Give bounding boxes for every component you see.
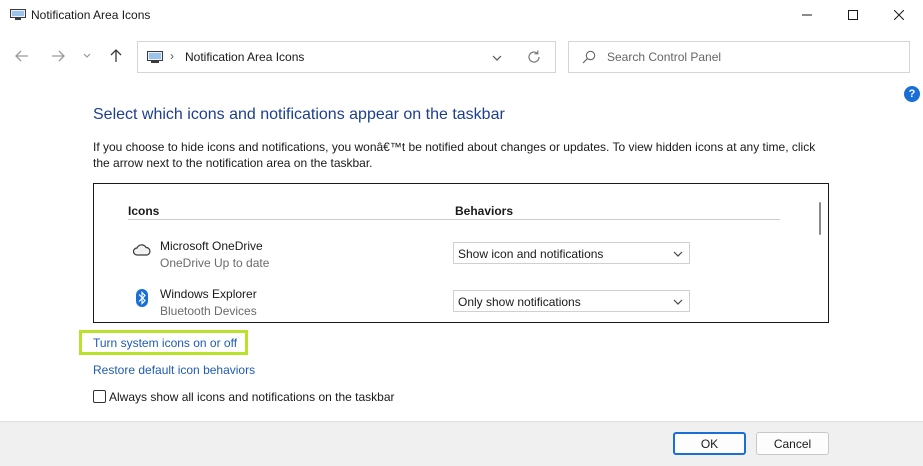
behaviors-column-header: Behaviors <box>455 204 514 218</box>
behavior-dropdown[interactable]: Show icon and notifications <box>453 242 690 264</box>
back-button[interactable] <box>12 46 32 66</box>
system-icons-link[interactable]: Turn system icons on or off <box>93 336 237 350</box>
always-show-label[interactable]: Always show all icons and notifications … <box>109 390 395 404</box>
always-show-checkbox[interactable] <box>93 390 106 403</box>
behavior-value: Show icon and notifications <box>458 247 604 261</box>
scrollbar-thumb[interactable] <box>819 202 821 235</box>
behavior-value: Only show notifications <box>458 295 581 309</box>
breadcrumb-location[interactable]: Notification Area Icons <box>185 50 304 64</box>
search-input[interactable] <box>607 48 897 66</box>
row-status: OneDrive Up to date <box>160 256 270 270</box>
icons-column-header: Icons <box>128 204 160 218</box>
breadcrumb-separator: › <box>170 49 174 63</box>
minimize-icon <box>802 14 812 16</box>
chevron-down-icon <box>492 55 502 61</box>
chevron-down-icon <box>83 53 91 58</box>
address-dropdown-button[interactable] <box>490 51 504 65</box>
close-button[interactable] <box>876 0 922 30</box>
window-title: Notification Area Icons <box>31 8 151 22</box>
header-divider <box>128 219 780 220</box>
search-icon <box>582 50 596 64</box>
cancel-button[interactable]: Cancel <box>756 432 829 455</box>
arrow-right-icon <box>52 50 65 62</box>
maximize-icon <box>848 10 858 20</box>
ok-button[interactable]: OK <box>673 432 746 455</box>
row-name: Microsoft OneDrive <box>160 239 263 253</box>
maximize-button[interactable] <box>830 0 876 30</box>
page-title: Select which icons and notifications app… <box>93 106 505 123</box>
list-item-onedrive: Microsoft OneDrive OneDrive Up to date S… <box>94 237 794 277</box>
list-item-windows-explorer: Windows Explorer Bluetooth Devices Only … <box>94 285 794 322</box>
bluetooth-icon <box>133 289 151 307</box>
row-name: Windows Explorer <box>160 287 257 301</box>
control-panel-icon <box>147 51 163 63</box>
control-panel-icon <box>10 9 26 20</box>
notification-icons-list: Icons Behaviors Microsoft OneDrive OneDr… <box>93 183 829 323</box>
minimize-button[interactable] <box>784 0 830 30</box>
help-icon[interactable]: ? <box>904 86 920 102</box>
forward-button[interactable] <box>48 46 68 66</box>
close-icon <box>894 10 904 20</box>
behavior-dropdown[interactable]: Only show notifications <box>453 290 690 312</box>
title-bar: Notification Area Icons <box>0 0 923 32</box>
address-bar[interactable]: › Notification Area Icons <box>137 41 556 73</box>
up-button[interactable] <box>106 46 126 66</box>
page-description: If you choose to hide icons and notifica… <box>93 140 816 170</box>
list-scrollbar[interactable] <box>813 186 827 320</box>
row-status: Bluetooth Devices <box>160 304 257 318</box>
chevron-down-icon <box>673 299 683 305</box>
navigation-bar: › Notification Area Icons <box>0 32 923 82</box>
dialog-footer: OK Cancel <box>0 421 923 466</box>
cloud-icon <box>133 241 151 259</box>
restore-defaults-link[interactable]: Restore default icon behaviors <box>93 363 255 377</box>
chevron-down-icon <box>673 251 683 257</box>
recent-locations-button[interactable] <box>80 46 94 66</box>
arrow-left-icon <box>15 50 28 62</box>
refresh-icon[interactable] <box>526 49 542 65</box>
search-box[interactable] <box>568 41 910 73</box>
arrow-up-icon <box>110 49 122 62</box>
